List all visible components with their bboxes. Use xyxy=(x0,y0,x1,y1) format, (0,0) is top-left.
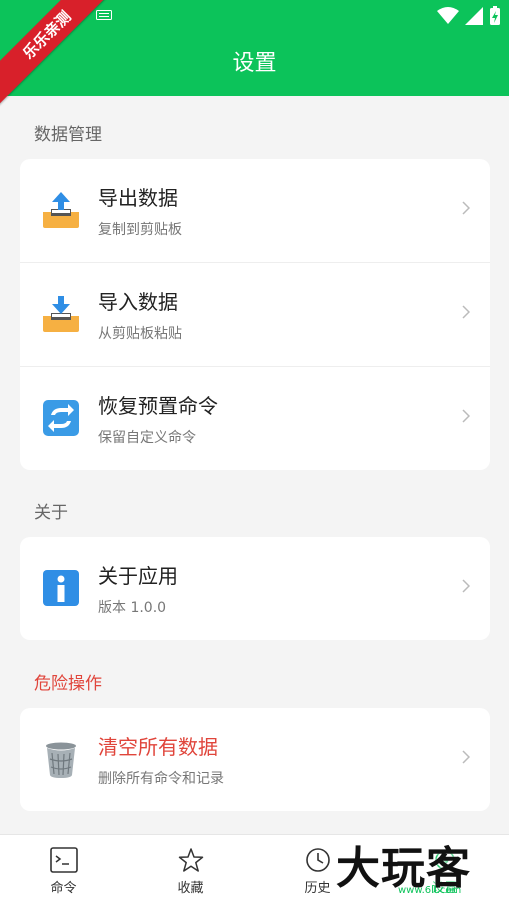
danger-card: 清空所有数据 删除所有命令和记录 xyxy=(20,708,490,811)
import-data-row[interactable]: 导入数据 从剪贴板粘贴 xyxy=(20,263,490,367)
import-tray-icon xyxy=(43,296,79,332)
export-data-row[interactable]: 导出数据 复制到剪贴板 xyxy=(20,159,490,263)
clock-icon xyxy=(305,848,330,872)
keyboard-icon xyxy=(96,10,112,20)
restore-commands-row[interactable]: 恢复预置命令 保留自定义命令 xyxy=(20,367,490,470)
export-data-title: 导出数据 xyxy=(98,186,178,210)
export-data-subtitle: 复制到剪贴板 xyxy=(98,222,182,238)
chevron-right-icon xyxy=(462,305,470,319)
restore-commands-title: 恢复预置命令 xyxy=(98,394,218,418)
battery-icon xyxy=(490,6,500,25)
section-title-data: 数据管理 xyxy=(34,125,102,145)
nav-commands-label: 命令 xyxy=(50,881,77,896)
clear-all-data-subtitle: 删除所有命令和记录 xyxy=(98,771,224,787)
about-app-row[interactable]: 关于应用 版本 1.0.0 xyxy=(20,537,490,640)
trash-icon xyxy=(46,742,76,778)
chevron-right-icon xyxy=(462,409,470,423)
section-title-danger: 危险操作 xyxy=(34,674,102,694)
export-tray-icon xyxy=(43,192,79,228)
wifi-icon xyxy=(437,7,459,24)
nav-favorites[interactable]: 收藏 xyxy=(127,835,254,907)
import-data-title: 导入数据 xyxy=(98,290,178,314)
import-data-subtitle: 从剪贴板粘贴 xyxy=(98,326,182,342)
restore-arrows-icon xyxy=(43,400,79,436)
chevron-right-icon xyxy=(462,579,470,593)
page-title: 设置 xyxy=(232,51,277,76)
about-app-title: 关于应用 xyxy=(98,564,178,588)
nav-favorites-label: 收藏 xyxy=(177,881,204,896)
nav-commands[interactable]: 命令 xyxy=(0,835,127,907)
star-icon xyxy=(178,848,203,872)
chevron-right-icon xyxy=(462,750,470,764)
app-version: 版本 1.0.0 xyxy=(98,600,167,616)
chevron-right-icon xyxy=(462,201,470,215)
watermark-url: www.6ll.com xyxy=(398,885,462,896)
signal-icon xyxy=(465,7,483,25)
about-card: 关于应用 版本 1.0.0 xyxy=(20,537,490,640)
terminal-icon xyxy=(49,847,78,873)
info-icon xyxy=(43,570,79,606)
clear-all-data-title: 清空所有数据 xyxy=(98,735,218,759)
clear-all-data-row[interactable]: 清空所有数据 删除所有命令和记录 xyxy=(20,708,490,811)
restore-commands-subtitle: 保留自定义命令 xyxy=(98,430,196,446)
section-title-about: 关于 xyxy=(34,503,68,523)
data-management-card: 导出数据 复制到剪贴板 导入数据 从剪贴板粘贴 恢复预置命令 保留自定义命令 xyxy=(20,159,490,470)
